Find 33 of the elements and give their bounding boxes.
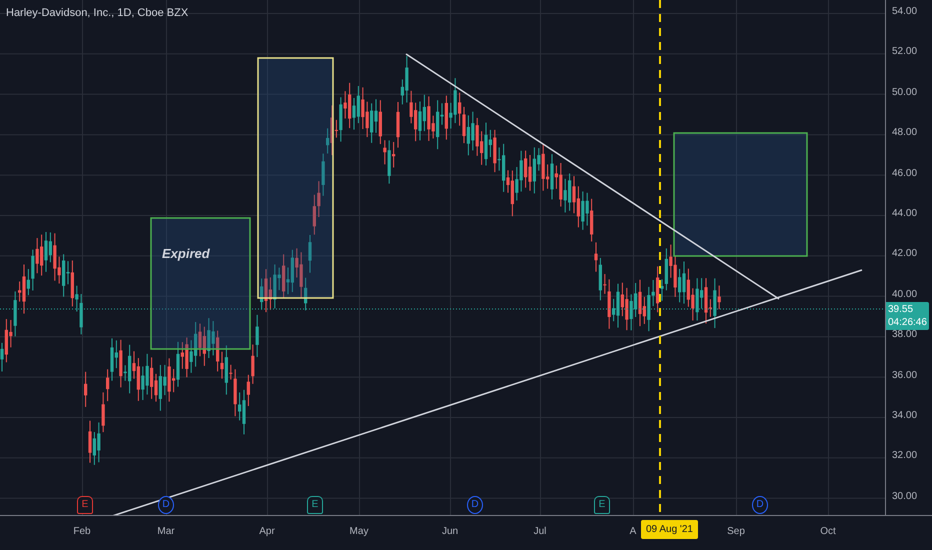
date-tick: May	[350, 526, 368, 537]
date-tick: A	[630, 526, 636, 537]
date-tick: Sep	[727, 526, 745, 537]
dividend-marker[interactable]: D	[752, 496, 768, 514]
price-tick: 50.00	[892, 86, 918, 98]
bar-countdown: 04:26:46	[888, 316, 927, 329]
price-tick: 54.00	[892, 6, 918, 17]
dividend-marker[interactable]: D	[467, 496, 483, 514]
chart-title: Harley-Davidson, Inc., 1D, Cboe BZX	[6, 7, 188, 19]
date-tick: Jun	[442, 526, 458, 537]
date-tick: Mar	[157, 526, 175, 537]
date-cursor-label: 09 Aug '21	[641, 520, 698, 539]
price-tick: 30.00	[892, 490, 918, 502]
price-tick: 48.00	[892, 127, 918, 138]
date-tick: Apr	[259, 526, 275, 537]
earnings-marker[interactable]: E	[594, 496, 610, 514]
date-tick: Feb	[73, 526, 91, 537]
price-tick: 46.00	[892, 168, 918, 179]
price-tick: 44.00	[892, 208, 918, 219]
rectangle-label: Expired	[162, 246, 210, 261]
price-tick: 34.00	[892, 410, 918, 421]
earnings-marker[interactable]: E	[77, 496, 93, 514]
price-tick: 42.00	[892, 248, 918, 260]
dividend-marker[interactable]: D	[158, 496, 174, 514]
earnings-marker[interactable]: E	[307, 496, 323, 514]
price-tick: 38.00	[892, 329, 918, 340]
date-tick: Jul	[534, 526, 546, 537]
date-tick: Oct	[820, 526, 836, 537]
price-tick: 52.00	[892, 46, 918, 58]
price-tick: 32.00	[892, 450, 918, 462]
last-price: 39.55	[888, 303, 914, 316]
price-tick: 36.00	[892, 370, 918, 381]
price-tick: 40.00	[892, 288, 918, 300]
